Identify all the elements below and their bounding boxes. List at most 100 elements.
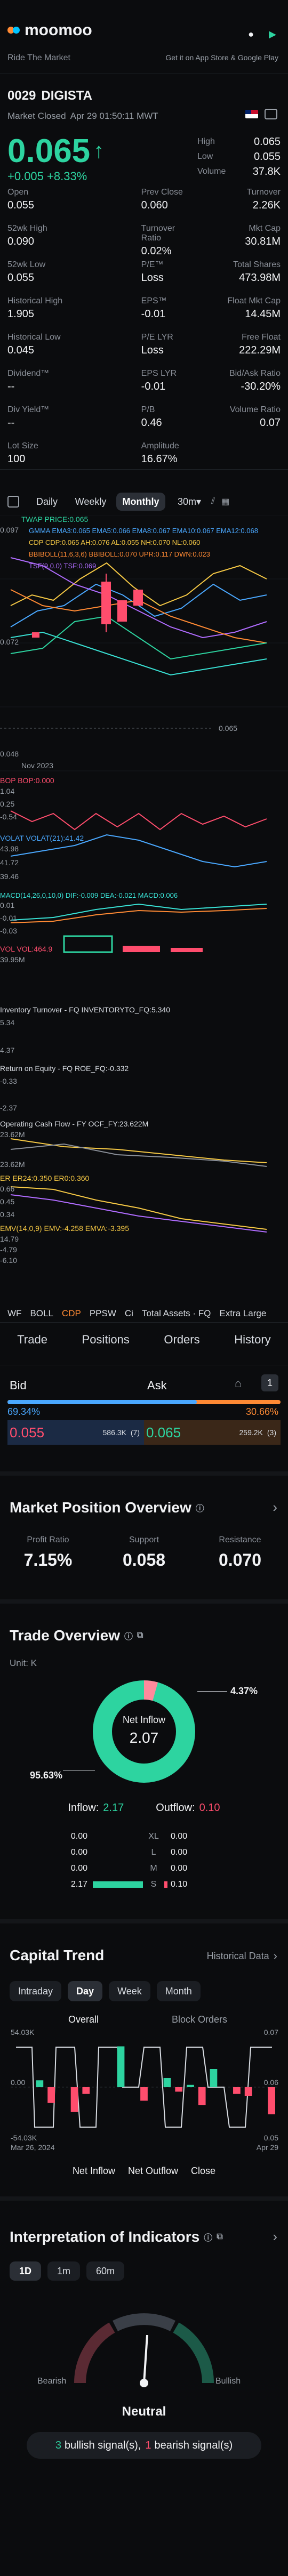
bid-price: 0.055 bbox=[10, 1424, 45, 1440]
stat-value: 2.26K bbox=[252, 199, 281, 211]
tab-daily[interactable]: Daily bbox=[29, 493, 65, 511]
stat-value: 0.46 bbox=[141, 417, 162, 429]
brand: moomoo bbox=[7, 21, 92, 39]
indicator-tab[interactable]: Total Assets · FQ bbox=[142, 1308, 211, 1319]
stat-label: Dividend™ bbox=[7, 369, 50, 378]
unit-label: Unit: K bbox=[10, 1658, 37, 1668]
capital-tab[interactable]: Intraday bbox=[10, 1981, 62, 2001]
stat-value: Loss bbox=[141, 272, 164, 284]
high-label: High bbox=[197, 137, 215, 146]
capital-chart[interactable] bbox=[11, 2036, 277, 2138]
grid-icon[interactable]: ▦ bbox=[221, 496, 229, 507]
nav-trade[interactable]: Trade bbox=[17, 1333, 47, 1347]
indicator-tab[interactable]: Ci bbox=[125, 1308, 133, 1319]
capital-bar bbox=[198, 2087, 206, 2105]
capital-tab[interactable]: Week bbox=[109, 1981, 150, 2001]
roe-label: Return on Equity - FQ ROE_FQ:-0.332 bbox=[0, 1064, 129, 1073]
price-value: 0.065 bbox=[7, 133, 91, 170]
er-tick: 0.45 bbox=[0, 1197, 15, 1206]
info-icon[interactable]: ⓘ bbox=[124, 1629, 133, 1642]
stat-label: Div Yield™ bbox=[7, 405, 50, 414]
er-tick: 0.66 bbox=[0, 1185, 15, 1193]
tagline: Ride The Market bbox=[7, 53, 70, 62]
trade-row-left: 0.00 bbox=[70, 1864, 87, 1873]
indicator-tab[interactable]: PPSW bbox=[90, 1308, 116, 1319]
trade-row-right: 0.00 bbox=[171, 1848, 188, 1857]
indicator-state: Neutral bbox=[122, 2404, 166, 2419]
emv-ticks: 14.79 -4.79 -6.10 bbox=[0, 1235, 19, 1265]
info-icon[interactable]: ⓘ bbox=[196, 1501, 204, 1514]
share-icon[interactable]: ⧉ bbox=[217, 2232, 222, 2242]
inflow-outflow-summary: Inflow: 2.17 Outflow: 0.10 bbox=[0, 1802, 288, 1814]
store-text[interactable]: Get it on App Store & Google Play bbox=[165, 53, 278, 62]
stat-label: EPS™ bbox=[141, 296, 167, 305]
indicator-tab[interactable]: BOLL bbox=[30, 1308, 53, 1319]
ocf-tick: 23.62M bbox=[0, 1160, 25, 1169]
trade-row-left: 0.00 bbox=[70, 1832, 87, 1841]
trade-row-size: M bbox=[150, 1864, 157, 1873]
cdp-label: CDP CDP:0.065 AH:0.076 AL:0.055 NH:0.070… bbox=[29, 538, 201, 546]
stat-label: 52wk Low bbox=[7, 260, 46, 269]
stat-value: 0.055 bbox=[7, 199, 35, 211]
stat-label: Free Float bbox=[242, 333, 281, 342]
play-store-icon[interactable]: ▶ bbox=[269, 29, 276, 40]
chevron-right-icon[interactable]: › bbox=[273, 2228, 277, 2245]
chart-area[interactable]: TWAP PRICE:0.065 0.097 GMMA EMA3:0.065 E… bbox=[0, 514, 288, 1277]
indicator-icon[interactable]: ⫽ bbox=[211, 497, 215, 506]
resistance-value: 0.070 bbox=[218, 1550, 262, 1569]
bid-count: (7) bbox=[130, 1428, 140, 1437]
stat-value: 14.45M bbox=[245, 308, 281, 320]
trade-row-right: 0.00 bbox=[171, 1832, 188, 1841]
bid-level[interactable]: 0.055 586.3K (7) bbox=[7, 1420, 144, 1445]
indicator-time-tab[interactable]: 1D bbox=[10, 2261, 42, 2281]
pointer-line bbox=[197, 1691, 227, 1692]
gauge-bearish-arc bbox=[74, 2322, 115, 2384]
trade-row-left: 0.00 bbox=[70, 1848, 87, 1857]
nav-orders[interactable]: Orders bbox=[164, 1333, 199, 1347]
volat-tick: 39.46 bbox=[0, 872, 19, 881]
stat-label: P/E™ bbox=[141, 260, 164, 269]
indicator-tab[interactable]: CDP bbox=[62, 1308, 81, 1319]
stat-label: P/E LYR bbox=[141, 333, 173, 342]
volat-tick: 43.98 bbox=[0, 844, 19, 853]
indicator-time-tab[interactable]: 1m bbox=[47, 2261, 81, 2281]
indicator-tab[interactable]: WF bbox=[7, 1308, 21, 1319]
outflow-pct: 4.37% bbox=[230, 1686, 258, 1696]
top-price-label: 0.097 bbox=[0, 526, 19, 534]
er-label: ER ER24:0.350 ER0:0.360 bbox=[0, 1174, 90, 1182]
capital-tab[interactable]: Day bbox=[68, 1981, 103, 2001]
bear-text: bearish signal(s) bbox=[154, 2439, 233, 2451]
indicator-tab[interactable]: Extra Large bbox=[219, 1308, 266, 1319]
nav-history[interactable]: History bbox=[234, 1333, 270, 1347]
tab-monthly[interactable]: Monthly bbox=[116, 493, 165, 511]
level-counter[interactable]: 1 bbox=[261, 1374, 278, 1391]
tab-weekly[interactable]: Weekly bbox=[69, 493, 112, 511]
info-icon[interactable]: ⓘ bbox=[204, 2231, 212, 2243]
stat-label: Float Mkt Cap bbox=[227, 296, 281, 305]
ask-level[interactable]: 0.065 259.2K (3) bbox=[144, 1420, 281, 1445]
stat-label: Bid/Ask Ratio bbox=[229, 369, 281, 378]
apple-icon[interactable]: ● bbox=[248, 29, 254, 40]
stat-value: 0.02% bbox=[141, 245, 172, 257]
chart-settings-icon[interactable] bbox=[7, 496, 19, 508]
chevron-right-icon[interactable]: › bbox=[273, 1499, 277, 1516]
indicator-time-tab[interactable]: 60m bbox=[86, 2261, 125, 2281]
calendar-icon[interactable] bbox=[265, 109, 277, 119]
chart-date-label: Nov 2023 bbox=[21, 761, 53, 770]
stat-value: 0.045 bbox=[7, 344, 35, 356]
interval-select[interactable]: 30m ▾ bbox=[171, 493, 208, 511]
capital-bar bbox=[268, 2087, 275, 2114]
gmma-label: GMMA EMA3:0.065 EMA5:0.066 EMA8:0.067 EM… bbox=[29, 527, 258, 535]
support: Support 0.058 bbox=[96, 1535, 192, 1570]
bank-icon[interactable]: ⌂ bbox=[235, 1376, 242, 1390]
stat-cell: Amplitude 16.67% bbox=[99, 441, 190, 472]
inventory-tick: 5.34 bbox=[0, 1018, 15, 1027]
candle-red-4 bbox=[32, 632, 39, 638]
share-icon[interactable]: ⧉ bbox=[137, 1631, 143, 1640]
volat-tick: 41.72 bbox=[0, 858, 19, 867]
nav-positions[interactable]: Positions bbox=[82, 1333, 130, 1347]
market-status: Market Closed Apr 29 01:50:11 MWT bbox=[7, 111, 158, 122]
capital-tab[interactable]: Month bbox=[156, 1981, 201, 2001]
twap-label: TWAP PRICE:0.065 bbox=[21, 515, 89, 524]
historical-data-link[interactable]: Historical Data › bbox=[207, 1949, 277, 1963]
